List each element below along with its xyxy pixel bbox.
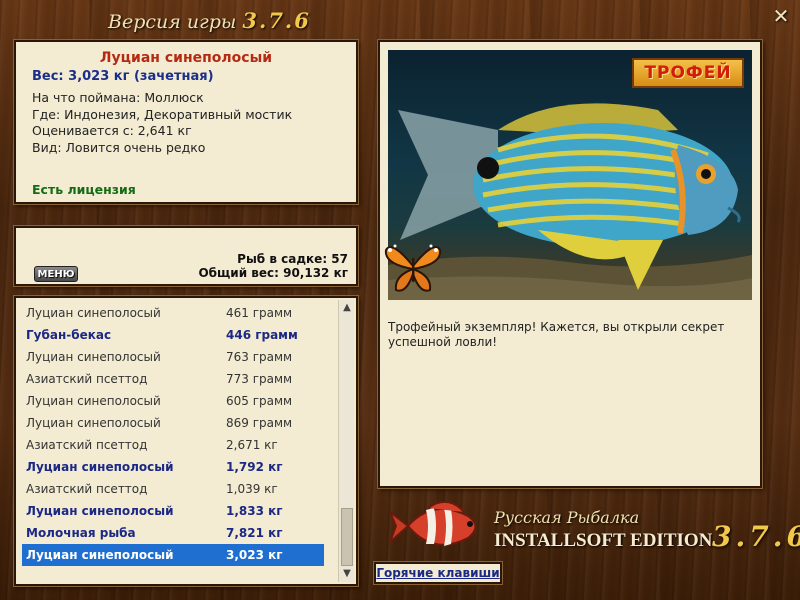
fish-count: Рыб в садке: 57 (237, 252, 348, 266)
catch-fish-weight: 461 грамм (226, 306, 293, 320)
catch-fish-name: Луциан синеполосый (26, 306, 161, 320)
catch-fish-weight: 1,792 кг (226, 460, 283, 474)
catch-fish-name: Луциан синеполосый (26, 394, 161, 408)
catch-fish-weight: 3,023 кг (226, 548, 283, 562)
catch-row[interactable]: Луциан синеполосый 1,833 кг (22, 500, 324, 522)
trophy-badge: ТРОФЕЙ (632, 58, 744, 88)
logo-edition: INSTALLSOFT EDITION (494, 530, 713, 551)
title-prefix: Версия игры (108, 11, 237, 33)
catch-fish-weight: 869 грамм (226, 416, 293, 430)
keepnet-stats-panel: Рыб в садке: 57 Общий вес: 90,132 кг МЕН… (14, 226, 358, 286)
title-version: 3.7.6 (242, 8, 311, 33)
catch-row[interactable]: Луциан синеполосый 1,792 кг (22, 456, 324, 478)
catch-fish-weight: 1,039 кг (226, 482, 278, 496)
fish-name: Луциан синеполосый (99, 50, 273, 66)
catch-fish-name: Луциан синеполосый (26, 416, 161, 430)
fish-info-panel: Луциан синеполосый Вес: 3,023 кг (зачетн… (14, 40, 358, 204)
catch-fish-weight: 605 грамм (226, 394, 293, 408)
catch-fish-name: Азиатский псеттод (26, 372, 148, 386)
trophy-description: Трофейный экземпляр! Кажется, вы открыли… (388, 320, 725, 349)
close-icon: ✕ (772, 4, 790, 28)
catch-rows: Луциан синеполосый 461 грамм Губан-бекас 44… (22, 302, 356, 566)
catch-row[interactable]: Луциан синеполосый 869 грамм (22, 412, 324, 434)
catch-fish-name: Азиатский псеттод (26, 438, 148, 452)
catch-row[interactable]: Азиатский псеттод 1,039 кг (22, 478, 324, 500)
fish-weight: Вес: 3,023 кг (зачетная) (32, 69, 214, 84)
catch-fish-name: Молочная рыба (26, 526, 136, 540)
catch-row[interactable]: Луциан синеполосый 3,023 кг (22, 544, 324, 566)
menu-button[interactable]: МЕНЮ (34, 266, 78, 282)
catch-row[interactable]: Молочная рыба 7,821 кг (22, 522, 324, 544)
catch-fish-name: Луциан синеполосый (26, 548, 174, 562)
catch-fish-name: Луциан синеполосый (26, 504, 174, 518)
license-status: Есть лицензия (32, 182, 136, 197)
catch-row[interactable]: Азиатский псеттод 773 грамм (22, 368, 324, 390)
catch-row[interactable]: Луциан синеполосый 763 грамм (22, 346, 324, 368)
rating-info: Оценивается с: 2,641 кг (32, 123, 192, 138)
location-info: Где: Индонезия, Декоративный мостик (32, 106, 293, 122)
catch-row[interactable]: Луциан синеполосый 605 грамм (22, 390, 324, 412)
rarity-info: Вид: Ловится очень редко (32, 139, 206, 155)
hotkeys-button[interactable]: Горячие клавиши (374, 562, 502, 584)
catch-fish-name: Луциан синеполосый (26, 460, 174, 474)
butterfly-icon (384, 244, 442, 292)
catch-fish-weight: 1,833 кг (226, 504, 283, 518)
catch-row[interactable]: Губан-бекас 446 грамм (22, 324, 324, 346)
scrollbar[interactable]: ▲ ▼ (338, 300, 354, 582)
logo-title: Русская Рыбалка (494, 508, 640, 527)
catch-fish-weight: 446 грамм (226, 328, 298, 342)
logo-version: 3.7.6 (712, 520, 800, 553)
catch-row[interactable]: Луциан синеполосый 461 грамм (22, 302, 324, 324)
scroll-down-icon[interactable]: ▼ (339, 566, 355, 582)
catch-fish-weight: 773 грамм (226, 372, 293, 386)
scroll-thumb[interactable] (341, 508, 353, 566)
trophy-panel: ТРОФЕЙ Трофейный экземпляр! Кажется, вы … (378, 40, 762, 488)
catch-list[interactable]: Луциан синеполосый 461 грамм Губан-бекас 44… (14, 296, 358, 586)
scroll-up-icon[interactable]: ▲ (339, 300, 355, 316)
window-title: Версия игры 3.7.6 (108, 8, 311, 36)
fish-logo-icon (389, 501, 477, 546)
catch-fish-weight: 7,821 кг (226, 526, 283, 540)
catch-fish-name: Губан-бекас (26, 328, 112, 342)
bait-info: На что поймана: Моллюск (32, 90, 204, 105)
catch-fish-name: Азиатский псеттод (26, 482, 148, 496)
catch-fish-weight: 763 грамм (226, 350, 293, 364)
catch-row[interactable]: Азиатский псеттод 2,671 кг (22, 434, 324, 456)
catch-fish-weight: 2,671 кг (226, 438, 278, 452)
catch-fish-name: Луциан синеполосый (26, 350, 161, 364)
close-button[interactable]: ✕ (770, 5, 792, 27)
total-weight: Общий вес: 90,132 кг (198, 266, 348, 280)
